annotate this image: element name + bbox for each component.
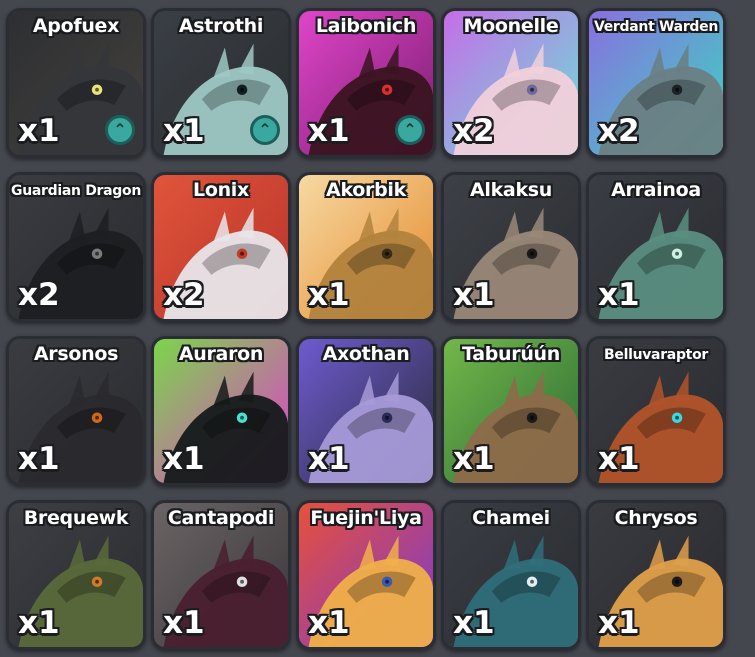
creature-name: Moonelle: [463, 15, 559, 37]
creature-card[interactable]: Alkaksu x1: [441, 172, 581, 322]
creature-name: Apofuex: [32, 15, 120, 37]
chevron-up-icon: ⌃: [113, 120, 127, 139]
creature-count: x2: [453, 113, 495, 149]
creature-card[interactable]: Akorbik x1: [296, 172, 436, 322]
creature-name: Brequewk: [23, 507, 129, 529]
creature-collection-grid: Apofuex x1 ⌃ Astrothi x1 ⌃ Laibonich x1 ⌃ Moonell…: [6, 8, 726, 650]
upgrade-arrow-icon[interactable]: ⌃: [105, 115, 135, 145]
creature-card[interactable]: Lonix x2: [151, 172, 291, 322]
creature-card[interactable]: Arsonos x1: [6, 336, 146, 486]
creature-count: x1: [163, 605, 205, 641]
creature-card[interactable]: Chamei x1: [441, 500, 581, 650]
creature-card[interactable]: Brequewk x1: [6, 500, 146, 650]
creature-count: x1: [453, 605, 495, 641]
creature-card[interactable]: Guardian Dragon x2: [6, 172, 146, 322]
creature-count: x1: [453, 441, 495, 477]
chevron-up-icon: ⌃: [403, 120, 417, 139]
creature-name: Fuejin'Liya: [310, 507, 422, 529]
creature-card[interactable]: Belluvaraptor x1: [586, 336, 726, 486]
creature-count: x1: [18, 441, 60, 477]
creature-card[interactable]: Chrysos x1: [586, 500, 726, 650]
chevron-up-icon: ⌃: [258, 120, 272, 139]
creature-name: Laibonich: [315, 15, 417, 37]
upgrade-arrow-icon[interactable]: ⌃: [395, 115, 425, 145]
creature-name: Akorbik: [326, 179, 406, 201]
creature-count: x1: [453, 277, 495, 313]
creature-count: x1: [18, 605, 60, 641]
creature-card[interactable]: Auraron x1: [151, 336, 291, 486]
creature-card[interactable]: Laibonich x1 ⌃: [296, 8, 436, 158]
creature-card[interactable]: Moonelle x2: [441, 8, 581, 158]
creature-name: Taburúún: [461, 343, 560, 365]
creature-name: Arsonos: [33, 343, 119, 365]
creature-card[interactable]: Astrothi x1 ⌃: [151, 8, 291, 158]
creature-name: Axothan: [322, 343, 410, 365]
creature-name: Guardian Dragon: [11, 183, 141, 199]
creature-name: Belluvaraptor: [604, 347, 708, 363]
creature-count: x1: [163, 113, 205, 149]
creature-card[interactable]: Apofuex x1 ⌃: [6, 8, 146, 158]
creature-name: Astrothi: [178, 15, 264, 37]
creature-count: x1: [308, 605, 350, 641]
creature-card[interactable]: Axothan x1: [296, 336, 436, 486]
creature-count: x1: [598, 605, 640, 641]
creature-count: x2: [163, 277, 205, 313]
creature-name: Chamei: [472, 507, 550, 529]
creature-card[interactable]: Fuejin'Liya x1: [296, 500, 436, 650]
creature-count: x2: [598, 113, 640, 149]
creature-count: x1: [598, 277, 640, 313]
creature-name: Chrysos: [614, 507, 698, 529]
creature-count: x1: [308, 441, 350, 477]
upgrade-arrow-icon[interactable]: ⌃: [250, 115, 280, 145]
creature-count: x1: [18, 113, 60, 149]
creature-count: x1: [308, 113, 350, 149]
creature-count: x2: [18, 277, 60, 313]
creature-name: Auraron: [178, 343, 264, 365]
creature-name: Arrainoa: [611, 179, 701, 201]
creature-count: x1: [308, 277, 350, 313]
creature-count: x1: [163, 441, 205, 477]
creature-card[interactable]: Taburúún x1: [441, 336, 581, 486]
creature-name: Lonix: [193, 179, 249, 201]
creature-name: Alkaksu: [469, 179, 553, 201]
creature-card[interactable]: Arrainoa x1: [586, 172, 726, 322]
creature-count: x1: [598, 441, 640, 477]
creature-card[interactable]: Cantapodi x1: [151, 500, 291, 650]
creature-card[interactable]: Verdant Warden x2: [586, 8, 726, 158]
creature-name: Verdant Warden: [593, 19, 719, 35]
creature-name: Cantapodi: [167, 507, 275, 529]
